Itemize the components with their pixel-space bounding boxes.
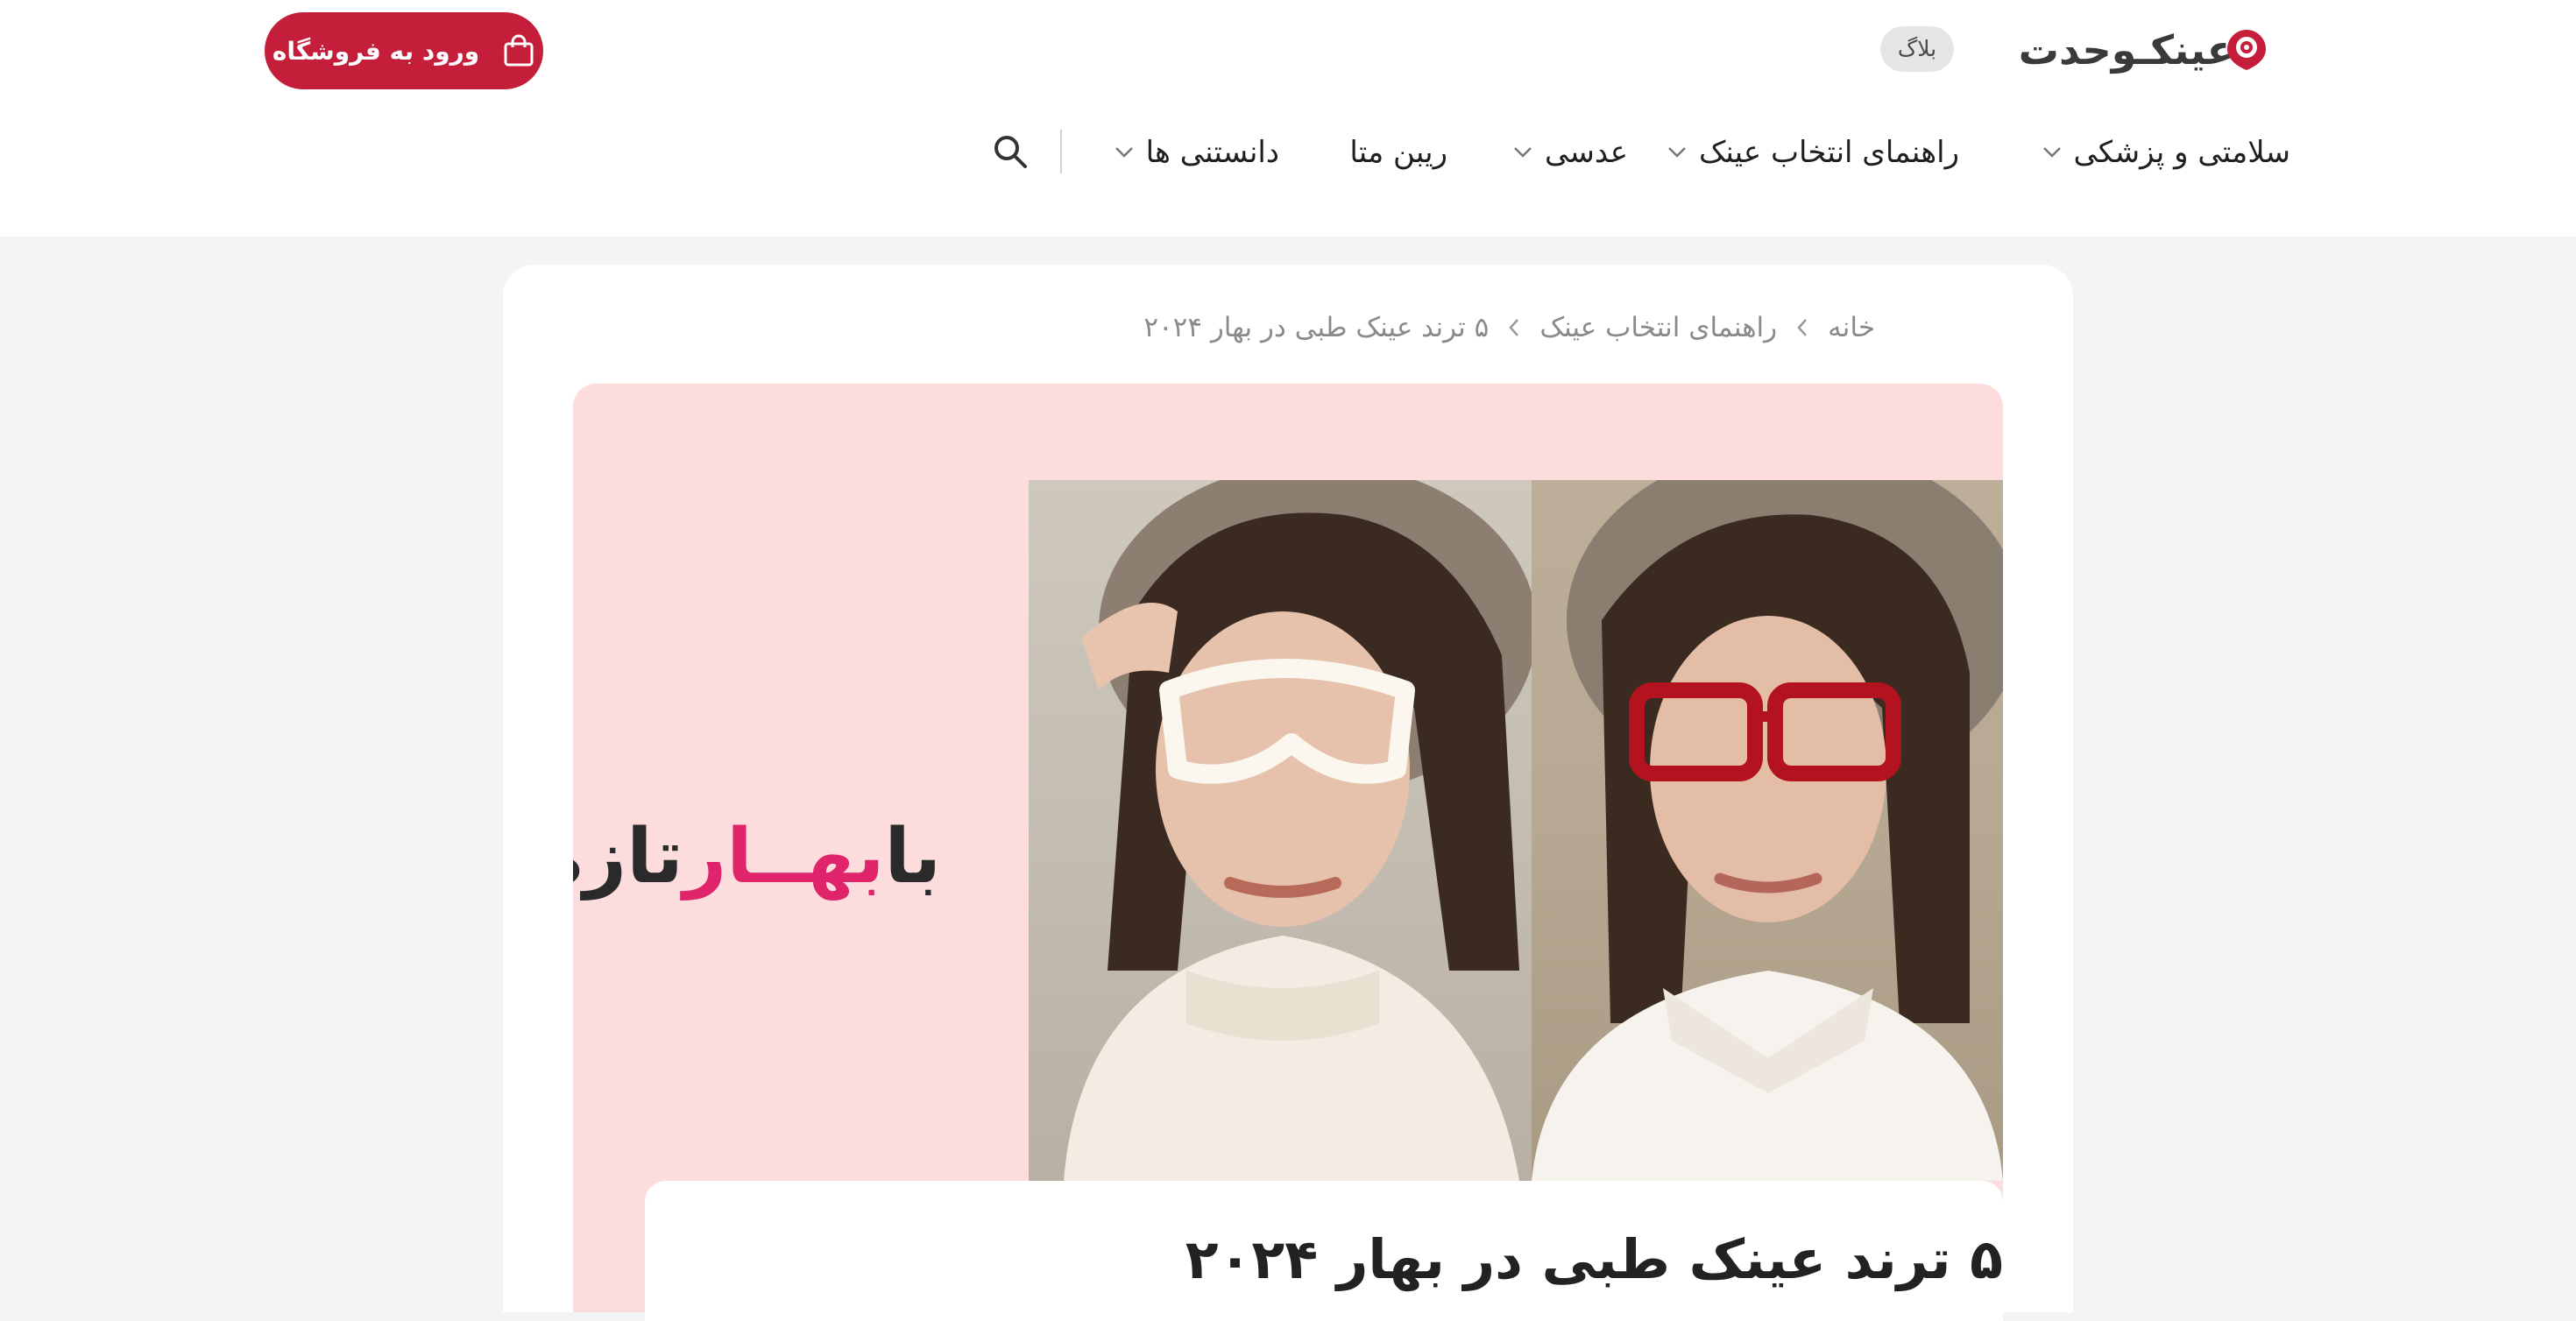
hero-slogan: بابهــارتازه شو [573,804,941,909]
logo-eye-icon [2227,30,2266,70]
nav-label: سلامتی و پزشکی [2073,135,2290,170]
model-illustration [1532,480,2003,1181]
chevron-down-icon [1514,147,1532,158]
shop-button-label: ورود به فروشگاه [272,36,480,66]
chevron-left-icon [1797,319,1808,336]
nav-lenses[interactable]: عدسی [1513,130,1628,175]
model-illustration [1064,480,1532,1181]
shop-login-button[interactable]: ورود به فروشگاه [265,12,543,89]
model-photo-white-glasses [1029,480,1532,1181]
chevron-down-icon [1115,147,1133,158]
site-logo[interactable]: عینکـوحدت [2015,25,2269,75]
search-icon[interactable] [990,131,1030,172]
nav-eyewear-guide[interactable]: راهنمای انتخاب عینک [1667,130,1959,175]
hero-image: بابهــارتازه شو [573,384,2003,1312]
model-photo-red-glasses [1532,480,2003,1181]
logo-text: عینکـوحدت [2018,26,2234,74]
nav-label: دانستنی ها [1145,135,1279,170]
blog-badge[interactable]: بلاگ [1880,26,1954,72]
chevron-left-icon [1509,319,1519,336]
breadcrumb-home[interactable]: خانه [1828,312,1875,343]
nav-label: عدسی [1545,135,1628,170]
nav-health-medical[interactable]: سلامتی و پزشکی [2042,130,2290,175]
post-title: ۵ ترند عینک طبی در بهار ۲۰۲۴ [1185,1227,2003,1291]
slogan-word-tazeh: تازه شو [573,813,683,901]
nav-rayban-meta[interactable]: ریبن متا [1349,130,1447,175]
breadcrumb-current: ۵ ترند عینک طبی در بهار ۲۰۲۴ [1143,312,1490,343]
chevron-down-icon [1668,147,1686,158]
slogan-word-ba: با [884,813,941,901]
site-header: عینکـوحدت بلاگ ورود به فروشگاه سلامتی و … [0,0,2576,237]
breadcrumb: خانه راهنمای انتخاب عینک ۵ ترند عینک طبی… [1143,307,1875,349]
nav-divider [1060,130,1062,173]
nav-did-you-know[interactable]: دانستنی ها [1115,130,1279,175]
nav-label: ریبن متا [1349,135,1447,170]
shopping-bag-icon [504,34,534,67]
nav-label: راهنمای انتخاب عینک [1698,135,1959,170]
chevron-down-icon [2042,147,2061,158]
breadcrumb-category[interactable]: راهنمای انتخاب عینک [1539,312,1777,343]
slogan-word-bahar: بهــار [683,813,885,901]
